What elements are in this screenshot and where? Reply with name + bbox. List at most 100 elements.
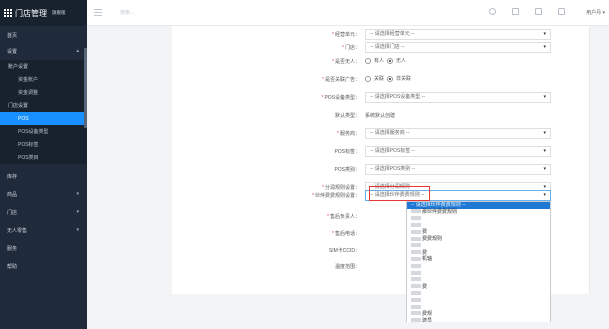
brand[interactable]: 门店管理 旗舰版 [0, 0, 87, 26]
sidebar-subitem[interactable]: POS类目 [0, 151, 87, 164]
form-label-text: 是否关联广告： [324, 77, 360, 83]
sidebar-group-label: 账户设置 [8, 64, 29, 70]
sidebar-subitem[interactable]: POS [0, 112, 87, 125]
dropdown-option-label: 费 [422, 249, 428, 256]
dropdown-option[interactable]: 费 [407, 229, 550, 236]
sidebar-subitem[interactable]: 资金调整 [0, 86, 87, 99]
required-mark: * [337, 131, 339, 137]
radio-button[interactable] [365, 57, 371, 64]
form-label: 温度范围： [335, 263, 360, 270]
sidebar-subitem[interactable]: POS标签 [0, 138, 87, 151]
sidebar-subitem[interactable]: 资金账户 [0, 73, 87, 86]
sidebar-item[interactable]: 首页 [0, 28, 87, 42]
form-label: *服务商： [337, 130, 360, 137]
sidebar-item-label: 首页 [7, 32, 18, 39]
dropdown-option[interactable] [407, 243, 550, 250]
form-label-text: POS类别： [334, 167, 360, 173]
form-label-text: 是否无人： [334, 59, 360, 65]
radio-button[interactable] [387, 57, 394, 64]
blurred-text [411, 297, 421, 302]
refresh-icon[interactable] [489, 8, 496, 15]
partner-fee-rule-dropdown[interactable]: -- 请选择伙伴费费规则 --那伙伴费费规则费费费规则费机轴费费规建员汇钱开代理… [406, 201, 551, 323]
radio-button[interactable] [365, 75, 371, 82]
caret-down-icon: ▾ [543, 44, 546, 50]
fullscreen-icon[interactable] [512, 8, 519, 15]
dropdown-option[interactable] [407, 297, 550, 304]
select-field[interactable]: -- 请选择经营单元 -- ▾ [365, 29, 551, 40]
dropdown-option[interactable]: 费费规则 [407, 236, 550, 243]
blurred-text [411, 291, 421, 296]
sidebar-item[interactable]: 帮助 [0, 257, 87, 275]
caret-down-icon: ▾ [543, 166, 546, 172]
form-label: *门店： [342, 44, 360, 51]
message-icon[interactable] [535, 8, 542, 15]
menu-toggle-icon[interactable] [94, 9, 102, 16]
blurred-text [411, 304, 421, 309]
form-label: *售后负责人： [327, 213, 360, 220]
required-mark: * [342, 45, 344, 51]
chevron-down-icon: ▾ [76, 227, 79, 233]
sidebar-item[interactable]: 库存 [0, 167, 87, 185]
sidebar-item[interactable]: 无人零售 ▾ [0, 221, 87, 239]
blurred-text [411, 243, 421, 248]
blurred-text [411, 311, 421, 316]
dropdown-option[interactable] [407, 277, 550, 284]
select-field[interactable]: -- 请选择POS设备类型 -- ▾ [365, 92, 551, 103]
required-mark: * [327, 214, 329, 220]
select-field[interactable]: -- 请选择POS类别 -- ▾ [365, 164, 551, 175]
dropdown-option-label: 费 [422, 229, 428, 236]
dropdown-option-label: 那伙伴费费规则 [422, 208, 458, 215]
caret-down-icon: ▾ [543, 130, 546, 136]
radio-label: 非关联 [396, 76, 412, 82]
blurred-text [411, 236, 421, 241]
blurred-text [411, 257, 421, 262]
dropdown-option[interactable]: 费规 [407, 311, 550, 318]
notification-icon[interactable] [558, 8, 565, 15]
form-label: *是否无人： [332, 58, 360, 65]
form-row: 默认类型： 系统默认创建 [172, 110, 590, 122]
select-field[interactable]: -- 请选择服务商 -- ▾ [365, 128, 551, 139]
dropdown-option[interactable]: 那伙伴费费规则 [407, 209, 550, 216]
caret-down-icon: ▾ [543, 192, 546, 198]
form-row: *服务商： -- 请选择服务商 -- ▾ [172, 128, 590, 140]
default-type-value: 系统默认创建 [365, 113, 396, 119]
sidebar-item-label: 设置 [7, 48, 18, 55]
radio-label: 有人 [374, 58, 385, 64]
dropdown-option[interactable] [407, 263, 550, 270]
form-row: *经营单元： -- 请选择经营单元 -- ▾ [172, 29, 590, 41]
dropdown-option-label: -- 请选择伙伴费费规则 -- [411, 202, 466, 208]
form-label: *POS设备类型： [321, 94, 360, 101]
dropdown-option[interactable] [407, 222, 550, 229]
dropdown-option[interactable]: -- 请选择伙伴费费规则 -- [407, 202, 550, 209]
form-row: POS标签： -- 请选择POS标签 -- ▾ [172, 146, 590, 158]
form-label: SIM卡CCID： [329, 247, 360, 254]
form-label-text: 经营单元： [334, 32, 360, 38]
blurred-text [411, 250, 421, 255]
dropdown-option[interactable]: 费 [407, 284, 550, 291]
dropdown-option[interactable] [407, 304, 550, 311]
user-menu[interactable]: 用户丹 ▾ [586, 9, 605, 16]
highlight-box [369, 186, 430, 201]
app-title: 门店管理 [15, 8, 47, 18]
form-label-text: 服务商： [339, 131, 360, 137]
form-label-text: 伙伴费费规则设置： [314, 193, 360, 199]
search-input[interactable]: 搜索... [120, 9, 134, 16]
sidebar-subitem[interactable]: POS设备类型 [0, 125, 87, 138]
sidebar-item[interactable]: 门店 ▾ [0, 203, 87, 221]
dropdown-option-label: 费规 [422, 310, 433, 317]
dropdown-option[interactable] [407, 270, 550, 277]
dropdown-option[interactable] [407, 216, 550, 223]
sidebar-item[interactable]: 设置 ▴ [0, 42, 87, 60]
radio-label: 关联 [374, 76, 385, 82]
select-field[interactable]: -- 请选择门店 -- ▾ [365, 42, 551, 53]
dropdown-option[interactable] [407, 290, 550, 297]
form-label-text: 温度范围： [334, 264, 360, 270]
dropdown-option[interactable]: 机轴 [407, 256, 550, 263]
select-field[interactable]: -- 请选择POS标签 -- ▾ [365, 146, 551, 157]
blurred-text [411, 216, 421, 221]
sidebar-item[interactable]: 商品 ▾ [0, 185, 87, 203]
sidebar-scrollbar[interactable] [84, 48, 87, 128]
sidebar-item[interactable]: 服务 [0, 239, 87, 257]
blurred-text [411, 270, 421, 275]
radio-button[interactable] [387, 75, 394, 82]
